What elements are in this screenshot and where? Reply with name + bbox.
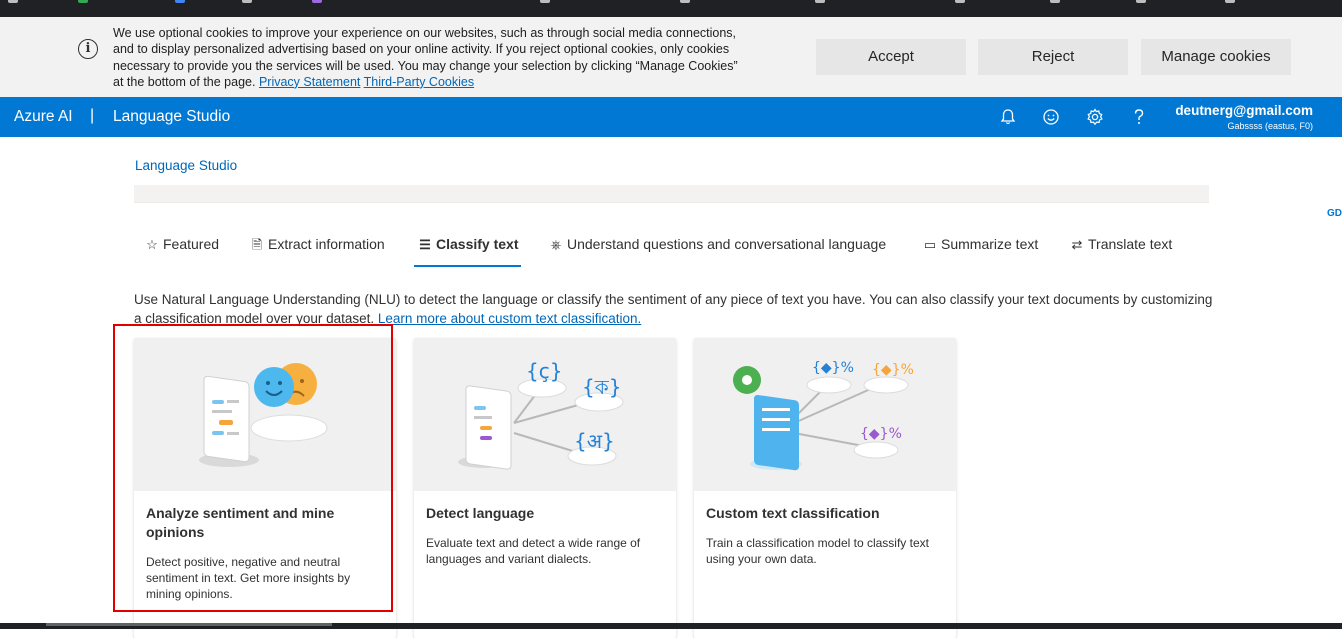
browser-tab-marker: [78, 0, 88, 3]
card-custom-text-classification[interactable]: {◆}% {◆}% {◆}% Custom text classificatio…: [694, 338, 956, 638]
gear-icon[interactable]: [1084, 106, 1106, 128]
cookie-message: We use optional cookies to improve your …: [113, 25, 743, 90]
tab-classify-text[interactable]: ☰ Classify text: [413, 236, 522, 267]
manage-cookies-button[interactable]: Manage cookies: [1141, 39, 1291, 75]
card-title: Detect language: [426, 505, 535, 521]
svg-text:{◆}%: {◆}%: [872, 362, 914, 378]
classification-illustration: {◆}% {◆}% {◆}%: [694, 338, 956, 491]
browser-tab-marker: [8, 0, 18, 3]
card-description: Evaluate text and detect a wide range of…: [426, 536, 641, 566]
summary-icon: ▭: [923, 237, 937, 252]
document-icon: 🗎: [251, 237, 263, 252]
reject-button[interactable]: Reject: [978, 39, 1128, 75]
learn-more-link[interactable]: Learn more about custom text classificat…: [378, 311, 641, 326]
svg-text:{◆}%: {◆}%: [812, 360, 854, 376]
tab-understand-questions[interactable]: ⎈ Understand questions and conversational…: [548, 236, 886, 266]
language-illustration: {ç} {ক} {अ}: [414, 338, 676, 491]
cookie-banner: i We use optional cookies to improve you…: [0, 17, 1342, 97]
star-icon: ☆: [146, 237, 158, 252]
azure-ai-brand[interactable]: Azure AI: [14, 108, 73, 126]
third-party-cookies-link[interactable]: Third-Party Cookies: [364, 75, 474, 89]
user-tenant: Gabssss (eastus, F0): [1227, 121, 1313, 131]
breadcrumb[interactable]: Language Studio: [135, 158, 237, 173]
user-email[interactable]: deutnerg@gmail.com: [1175, 103, 1313, 118]
browser-tab-marker: [1050, 0, 1060, 3]
browser-tab-marker: [312, 0, 322, 3]
description-text: Use Natural Language Understanding (NLU)…: [134, 292, 1213, 326]
svg-text:{ç}: {ç}: [526, 359, 562, 383]
tab-label: Summarize text: [941, 236, 1039, 252]
tab-label: Extract information: [268, 236, 385, 252]
browser-tab-marker: [242, 0, 252, 3]
browser-tab-marker: [815, 0, 825, 3]
tab-label: Classify text: [436, 236, 519, 252]
header-separator: |: [90, 107, 95, 124]
svg-text:{अ}: {अ}: [574, 429, 615, 453]
browser-top-strip: [0, 0, 1342, 17]
avatar[interactable]: GD: [1321, 200, 1342, 228]
card-detect-language[interactable]: {ç} {ক} {अ} Detect language Evaluate tex…: [414, 338, 676, 638]
browser-tab-marker: [540, 0, 550, 3]
horizontal-scrollbar[interactable]: [46, 623, 332, 626]
browser-tab-marker: [1225, 0, 1235, 3]
svg-text:{ক}: {ক}: [582, 375, 621, 399]
page-header-bar: [134, 185, 1209, 203]
translate-icon: ⇄: [1071, 237, 1083, 252]
smiley-icon[interactable]: [1040, 106, 1062, 128]
browser-tab-marker: [1136, 0, 1146, 3]
list-icon: ☰: [419, 237, 431, 252]
browser-tab-marker: [175, 0, 185, 3]
help-icon[interactable]: [1128, 106, 1150, 128]
tab-summarize-text[interactable]: ▭ Summarize text: [922, 236, 1038, 266]
section-description: Use Natural Language Understanding (NLU)…: [134, 290, 1214, 328]
app-header: Azure AI | Language Studio deutnerg@gmai…: [0, 97, 1342, 228]
bot-icon: ⎈: [550, 237, 562, 252]
highlight-box: [113, 324, 393, 612]
tab-label: Understand questions and conversational …: [567, 236, 887, 252]
language-studio-title[interactable]: Language Studio: [113, 108, 230, 126]
browser-bottom-strip: [0, 623, 1342, 629]
card-description: Train a classification model to classify…: [706, 536, 929, 566]
tab-label: Featured: [163, 236, 220, 252]
privacy-statement-link[interactable]: Privacy Statement: [259, 75, 360, 89]
card-title: Custom text classification: [706, 505, 880, 521]
browser-tab-marker: [680, 0, 690, 3]
tab-extract-information[interactable]: 🗎 Extract information: [249, 236, 385, 266]
info-icon: i: [78, 39, 98, 59]
tab-label: Translate text: [1088, 236, 1173, 252]
accept-button[interactable]: Accept: [816, 39, 966, 75]
bell-icon[interactable]: [997, 106, 1019, 128]
tab-featured[interactable]: ☆ Featured: [144, 236, 219, 266]
browser-tab-marker: [955, 0, 965, 3]
svg-text:{◆}%: {◆}%: [860, 426, 902, 442]
tab-translate-text[interactable]: ⇄ Translate text: [1069, 236, 1173, 266]
